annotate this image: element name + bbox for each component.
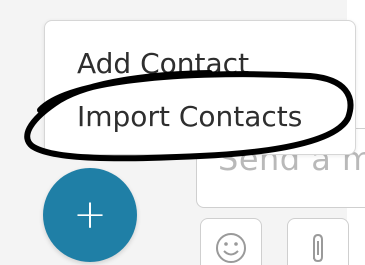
smiley-icon	[216, 233, 246, 263]
menu-item-add-contact[interactable]: Add Contact	[77, 47, 249, 80]
add-fab-button[interactable]: +	[43, 168, 137, 262]
plus-icon: +	[73, 192, 107, 238]
contacts-menu: Add Contact Import Contacts	[44, 20, 356, 155]
attach-button[interactable]	[287, 218, 349, 265]
emoji-button[interactable]	[200, 218, 262, 265]
menu-item-import-contacts[interactable]: Import Contacts	[77, 100, 302, 133]
paperclip-icon	[313, 233, 323, 263]
app-window: Send a m Add Contact Import Contacts +	[0, 0, 365, 265]
